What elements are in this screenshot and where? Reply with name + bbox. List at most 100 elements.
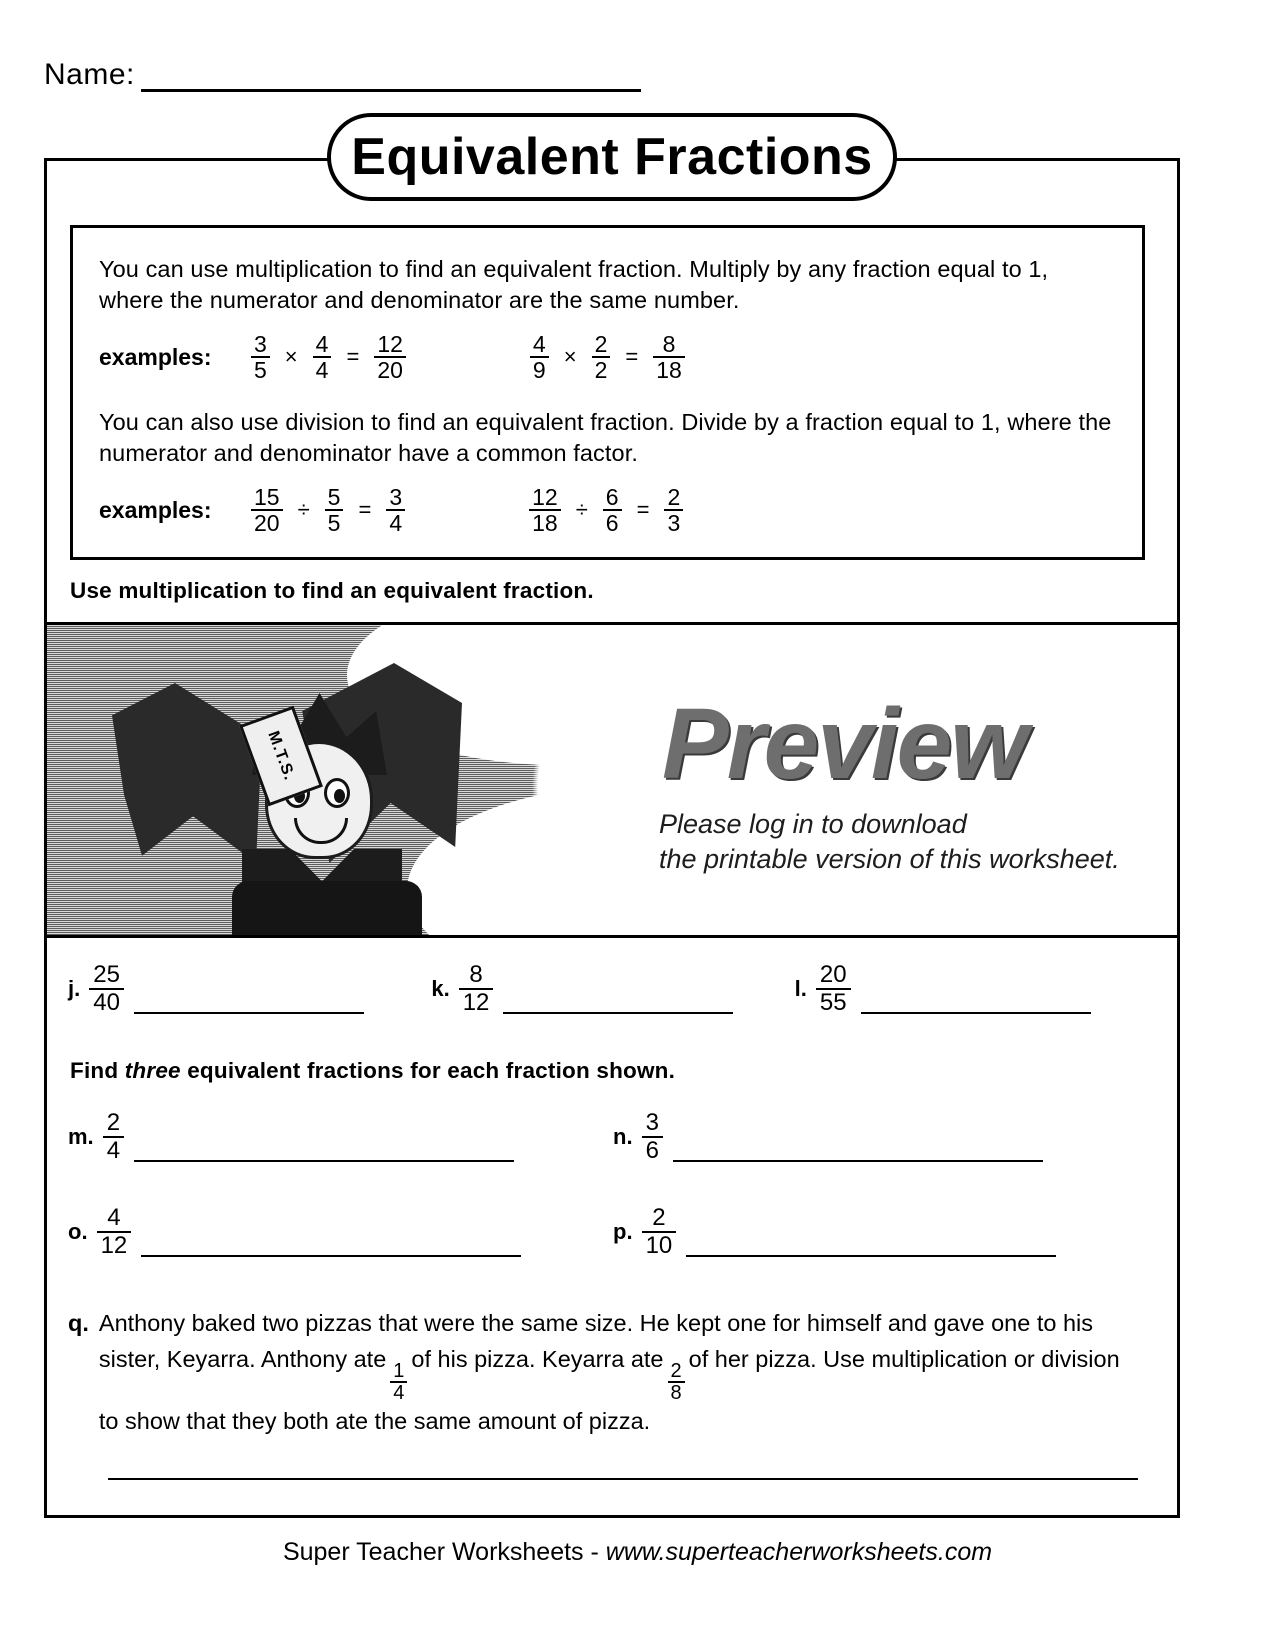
name-label: Name:: [44, 58, 135, 91]
problem-row-jkl: j. 25 40 k. 8 12 l. 20 55: [68, 962, 1158, 1016]
denominator: 4: [312, 356, 332, 383]
problem-n: n. 3 6: [613, 1110, 1158, 1164]
numerator: 4: [315, 331, 329, 358]
fraction-result: 12 20: [374, 332, 406, 383]
fraction-b: 5 5: [324, 483, 344, 536]
problem-m: m. 2 4: [68, 1110, 613, 1164]
problem-fraction: 25 40: [89, 962, 124, 1016]
problem-fraction: 4 12: [96, 1204, 132, 1259]
numerator: 2: [652, 1204, 666, 1231]
numerator: 6: [605, 483, 619, 510]
numerator: 3: [254, 331, 267, 358]
answer-blank[interactable]: [672, 1159, 1043, 1162]
numerator: 20: [819, 961, 847, 988]
operator-equals: =: [346, 344, 360, 370]
preview-subtext-line1: Please log in to download: [659, 809, 967, 839]
mouth-icon: [294, 818, 348, 844]
fraction-a: 12 18: [529, 483, 561, 536]
fraction-result: 3 4: [386, 483, 406, 536]
problem-letter: l.: [794, 976, 807, 1001]
operator-multiply: ×: [563, 344, 577, 370]
numerator: 3: [645, 1109, 659, 1136]
problem-k: k. 8 12: [431, 962, 794, 1016]
instruction-find-three-pre: Find: [70, 1058, 125, 1083]
numerator: 4: [107, 1204, 121, 1231]
problem-letter: o.: [68, 1219, 88, 1244]
numerator: 8: [662, 331, 676, 358]
denominator: 3: [664, 509, 684, 536]
operator-equals: =: [625, 344, 639, 370]
numerator: 1: [393, 1360, 405, 1383]
denominator: 20: [374, 356, 406, 383]
footer-url: www.superteacherworksheets.com: [605, 1538, 993, 1566]
answer-blank[interactable]: [686, 1254, 1057, 1257]
denominator: 8: [667, 1381, 685, 1403]
numerator: 4: [532, 331, 546, 358]
problem-p: p. 2 10: [613, 1205, 1158, 1259]
answer-blank[interactable]: [134, 1159, 515, 1162]
fraction-b: 6 6: [602, 483, 622, 536]
problem-fraction: 2 10: [641, 1204, 677, 1259]
denominator: 2: [591, 356, 611, 383]
operator-multiply: ×: [284, 344, 298, 370]
worksheet-title-pill: Equivalent Fractions: [327, 113, 897, 201]
problem-letter: q.: [68, 1310, 89, 1336]
problem-letter: p.: [613, 1219, 633, 1244]
preview-watermark-text: Preview: [662, 688, 1028, 800]
problem-letter: k.: [431, 976, 450, 1001]
instruction-find-three-post: equivalent fractions for each fraction s…: [180, 1058, 676, 1083]
instruction-box: You can use multiplication to find an eq…: [70, 225, 1145, 560]
fraction-b: 2 2: [591, 332, 611, 383]
denominator: 4: [390, 1381, 408, 1403]
problem-q-text-part2: of his pizza. Keyarra ate: [411, 1346, 664, 1373]
examples-label-multiplication: examples:: [99, 343, 212, 370]
problem-q: q. Anthony baked two pizzas that were th…: [68, 1305, 1138, 1440]
instruction-find-three: Find three equivalent fractions for each…: [70, 1058, 675, 1084]
multiplication-example-2: 4 9 × 2 2 = 8 18: [528, 332, 687, 383]
problem-fraction: 8 12: [458, 961, 494, 1016]
footer-credit: Super Teacher Worksheets -: [282, 1538, 606, 1566]
denominator: 55: [815, 987, 851, 1016]
problem-row-op: o. 4 12 p. 2 10: [68, 1205, 1158, 1259]
problem-fraction: 20 55: [815, 961, 851, 1016]
denominator: 6: [602, 509, 622, 536]
denominator: 12: [458, 987, 494, 1016]
numerator: 5: [327, 483, 341, 510]
numerator: 8: [469, 961, 483, 988]
numerator: 12: [532, 483, 558, 510]
fraction-a: 15 20: [251, 484, 283, 536]
multiplication-examples-row: examples: 3 5 × 4 4 = 12 20 4 9 × 2 2 = …: [99, 332, 1116, 383]
denominator: 20: [251, 509, 283, 536]
problem-letter: m.: [68, 1124, 94, 1149]
fraction-a: 3 5: [251, 332, 270, 383]
name-input-blank[interactable]: [140, 62, 641, 92]
denominator: 4: [386, 509, 406, 536]
answer-blank[interactable]: [860, 1011, 1091, 1014]
preview-subtext-line2: the printable version of this worksheet.: [659, 843, 1120, 874]
instruction-find-three-emphasis: three: [124, 1058, 181, 1083]
problem-o: o. 4 12: [68, 1205, 613, 1259]
problem-q-fraction-keyarra: 28: [667, 1361, 685, 1403]
info-paragraph-multiplication: You can use multiplication to find an eq…: [99, 256, 1049, 314]
problem-q-answer-blank[interactable]: [108, 1478, 1138, 1480]
operator-divide: ÷: [575, 497, 588, 523]
answer-blank[interactable]: [141, 1254, 522, 1257]
denominator: 12: [96, 1230, 132, 1259]
problem-j: j. 25 40: [68, 962, 431, 1016]
operator-equals: =: [636, 497, 650, 523]
denominator: 10: [641, 1230, 677, 1259]
numerator: 12: [377, 331, 403, 358]
problem-q-fraction-anthony: 14: [390, 1360, 408, 1403]
problem-l: l. 20 55: [795, 962, 1158, 1016]
answer-blank[interactable]: [133, 1011, 364, 1014]
cape-left: [112, 683, 262, 863]
answer-blank[interactable]: [503, 1011, 734, 1014]
examples-label-division: examples:: [99, 496, 212, 523]
vampire-mascot-icon: M.T.S.: [102, 653, 522, 935]
preview-overlay-banner: M.T.S. Preview Please log in to download…: [47, 622, 1177, 938]
fraction-result: 8 18: [653, 332, 685, 383]
denominator: 4: [102, 1135, 125, 1164]
division-example-2: 12 18 ÷ 6 6 = 2 3: [527, 483, 685, 536]
denominator: 40: [89, 987, 124, 1016]
numerator: 3: [389, 483, 403, 510]
